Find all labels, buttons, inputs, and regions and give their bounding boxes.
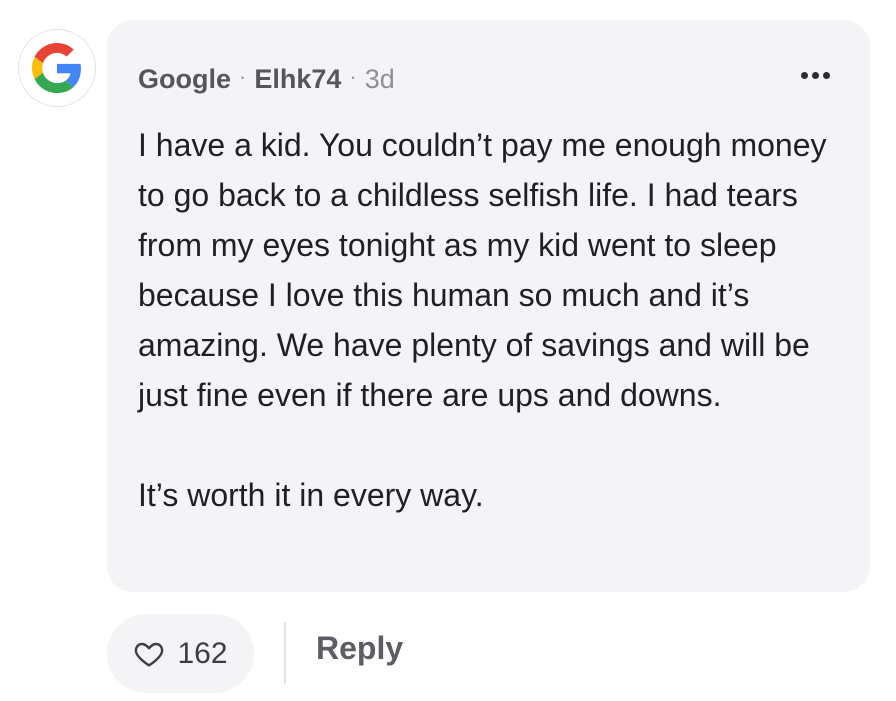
- dot-2: [812, 72, 819, 79]
- meta-separator: ·: [239, 63, 247, 89]
- meta-separator: ·: [349, 63, 357, 89]
- author-name[interactable]: Google: [138, 64, 231, 95]
- comment-paragraph: It’s worth it in every way.: [138, 477, 484, 513]
- comment-bubble: Google · Elhk74 · 3d I have a kid. You c…: [107, 20, 870, 592]
- timestamp: 3d: [364, 64, 395, 94]
- dot-3: [823, 72, 830, 79]
- reply-button[interactable]: Reply: [316, 630, 403, 667]
- like-count: 162: [177, 636, 228, 670]
- comment-meta: Google · Elhk74 · 3d: [138, 64, 395, 95]
- google-g-logo-icon: [32, 43, 81, 93]
- avatar[interactable]: [18, 29, 96, 107]
- username[interactable]: Elhk74: [254, 64, 341, 95]
- like-button[interactable]: 162: [107, 614, 254, 693]
- more-dots-icon[interactable]: [801, 72, 830, 79]
- action-divider: [284, 622, 286, 684]
- comment-body: I have a kid. You couldn’t pay me enough…: [138, 120, 838, 520]
- dot-1: [801, 72, 808, 79]
- heart-icon: [135, 642, 164, 667]
- comment-paragraph: I have a kid. You couldn’t pay me enough…: [138, 127, 827, 413]
